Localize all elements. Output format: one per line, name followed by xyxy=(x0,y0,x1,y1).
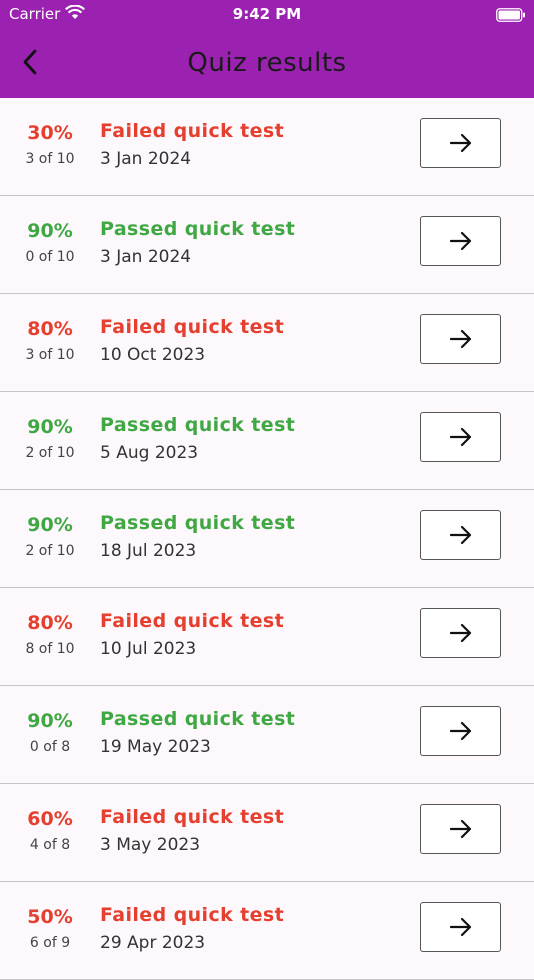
arrow-right-icon xyxy=(449,525,471,545)
arrow-right-icon xyxy=(449,427,471,447)
list-item: 90% 2 of 10 Passed quick test 5 Aug 2023 xyxy=(0,392,534,490)
list-item: 50% 6 of 9 Failed quick test 29 Apr 2023 xyxy=(0,882,534,980)
view-result-button[interactable] xyxy=(420,412,501,462)
result-date: 18 Jul 2023 xyxy=(100,541,197,561)
result-status: Failed quick test xyxy=(100,904,285,926)
view-result-button[interactable] xyxy=(420,314,501,364)
result-status: Passed quick test xyxy=(100,414,296,436)
score-percent: 50% xyxy=(27,906,73,928)
header-bar: Carrier 9:42 PM Quiz results xyxy=(0,0,534,98)
result-date: 3 May 2023 xyxy=(100,835,201,855)
score-count: 4 of 8 xyxy=(29,837,71,853)
view-result-button[interactable] xyxy=(420,706,501,756)
result-status: Passed quick test xyxy=(100,218,296,240)
score-percent: 80% xyxy=(27,612,73,634)
score-percent: 90% xyxy=(27,710,73,732)
score-count: 8 of 10 xyxy=(25,641,75,657)
score-percent: 30% xyxy=(27,122,73,144)
list-item: 60% 4 of 8 Failed quick test 3 May 2023 xyxy=(0,784,534,882)
score-percent: 90% xyxy=(27,416,73,438)
result-status: Failed quick test xyxy=(100,120,285,142)
battery-icon xyxy=(496,7,526,26)
score-count: 0 of 8 xyxy=(29,739,71,755)
score-count: 2 of 10 xyxy=(25,445,75,461)
result-status: Failed quick test xyxy=(100,316,285,338)
arrow-right-icon xyxy=(449,819,471,839)
result-date: 10 Oct 2023 xyxy=(100,345,206,365)
score-percent: 90% xyxy=(27,514,73,536)
list-item: 90% 2 of 10 Passed quick test 18 Jul 2023 xyxy=(0,490,534,588)
view-result-button[interactable] xyxy=(420,118,501,168)
list-item: 80% 3 of 10 Failed quick test 10 Oct 2023 xyxy=(0,294,534,392)
view-result-button[interactable] xyxy=(420,510,501,560)
page-title: Quiz results xyxy=(187,48,347,78)
result-status: Failed quick test xyxy=(100,610,285,632)
result-date: 29 Apr 2023 xyxy=(100,933,206,953)
list-item: 80% 8 of 10 Failed quick test 10 Jul 2023 xyxy=(0,588,534,686)
score-percent: 90% xyxy=(27,220,73,242)
score-count: 3 of 10 xyxy=(25,151,75,167)
result-status: Failed quick test xyxy=(100,806,285,828)
result-date: 10 Jul 2023 xyxy=(100,639,197,659)
score-percent: 60% xyxy=(27,808,73,830)
view-result-button[interactable] xyxy=(420,608,501,658)
arrow-right-icon xyxy=(449,917,471,937)
arrow-right-icon xyxy=(449,623,471,643)
results-list: 30% 3 of 10 Failed quick test 3 Jan 2024 90%… xyxy=(0,98,534,980)
view-result-button[interactable] xyxy=(420,902,501,952)
score-count: 2 of 10 xyxy=(25,543,75,559)
arrow-right-icon xyxy=(449,721,471,741)
score-count: 0 of 10 xyxy=(25,249,75,265)
status-bar: Carrier 9:42 PM xyxy=(0,0,534,28)
score-percent: 80% xyxy=(27,318,73,340)
result-date: 3 Jan 2024 xyxy=(100,149,192,169)
list-item: 90% 0 of 10 Passed quick test 3 Jan 2024 xyxy=(0,196,534,294)
list-item: 90% 0 of 8 Passed quick test 19 May 2023 xyxy=(0,686,534,784)
result-date: 19 May 2023 xyxy=(100,737,211,757)
view-result-button[interactable] xyxy=(420,216,501,266)
score-count: 3 of 10 xyxy=(25,347,75,363)
arrow-right-icon xyxy=(449,133,471,153)
result-date: 5 Aug 2023 xyxy=(100,443,199,463)
status-time: 9:42 PM xyxy=(232,5,302,23)
arrow-right-icon xyxy=(449,231,471,251)
list-item: 30% 3 of 10 Failed quick test 3 Jan 2024 xyxy=(0,98,534,196)
result-status: Passed quick test xyxy=(100,512,296,534)
result-date: 3 Jan 2024 xyxy=(100,247,192,267)
arrow-right-icon xyxy=(449,329,471,349)
result-status: Passed quick test xyxy=(100,708,296,730)
score-count: 6 of 9 xyxy=(29,935,71,951)
view-result-button[interactable] xyxy=(420,804,501,854)
